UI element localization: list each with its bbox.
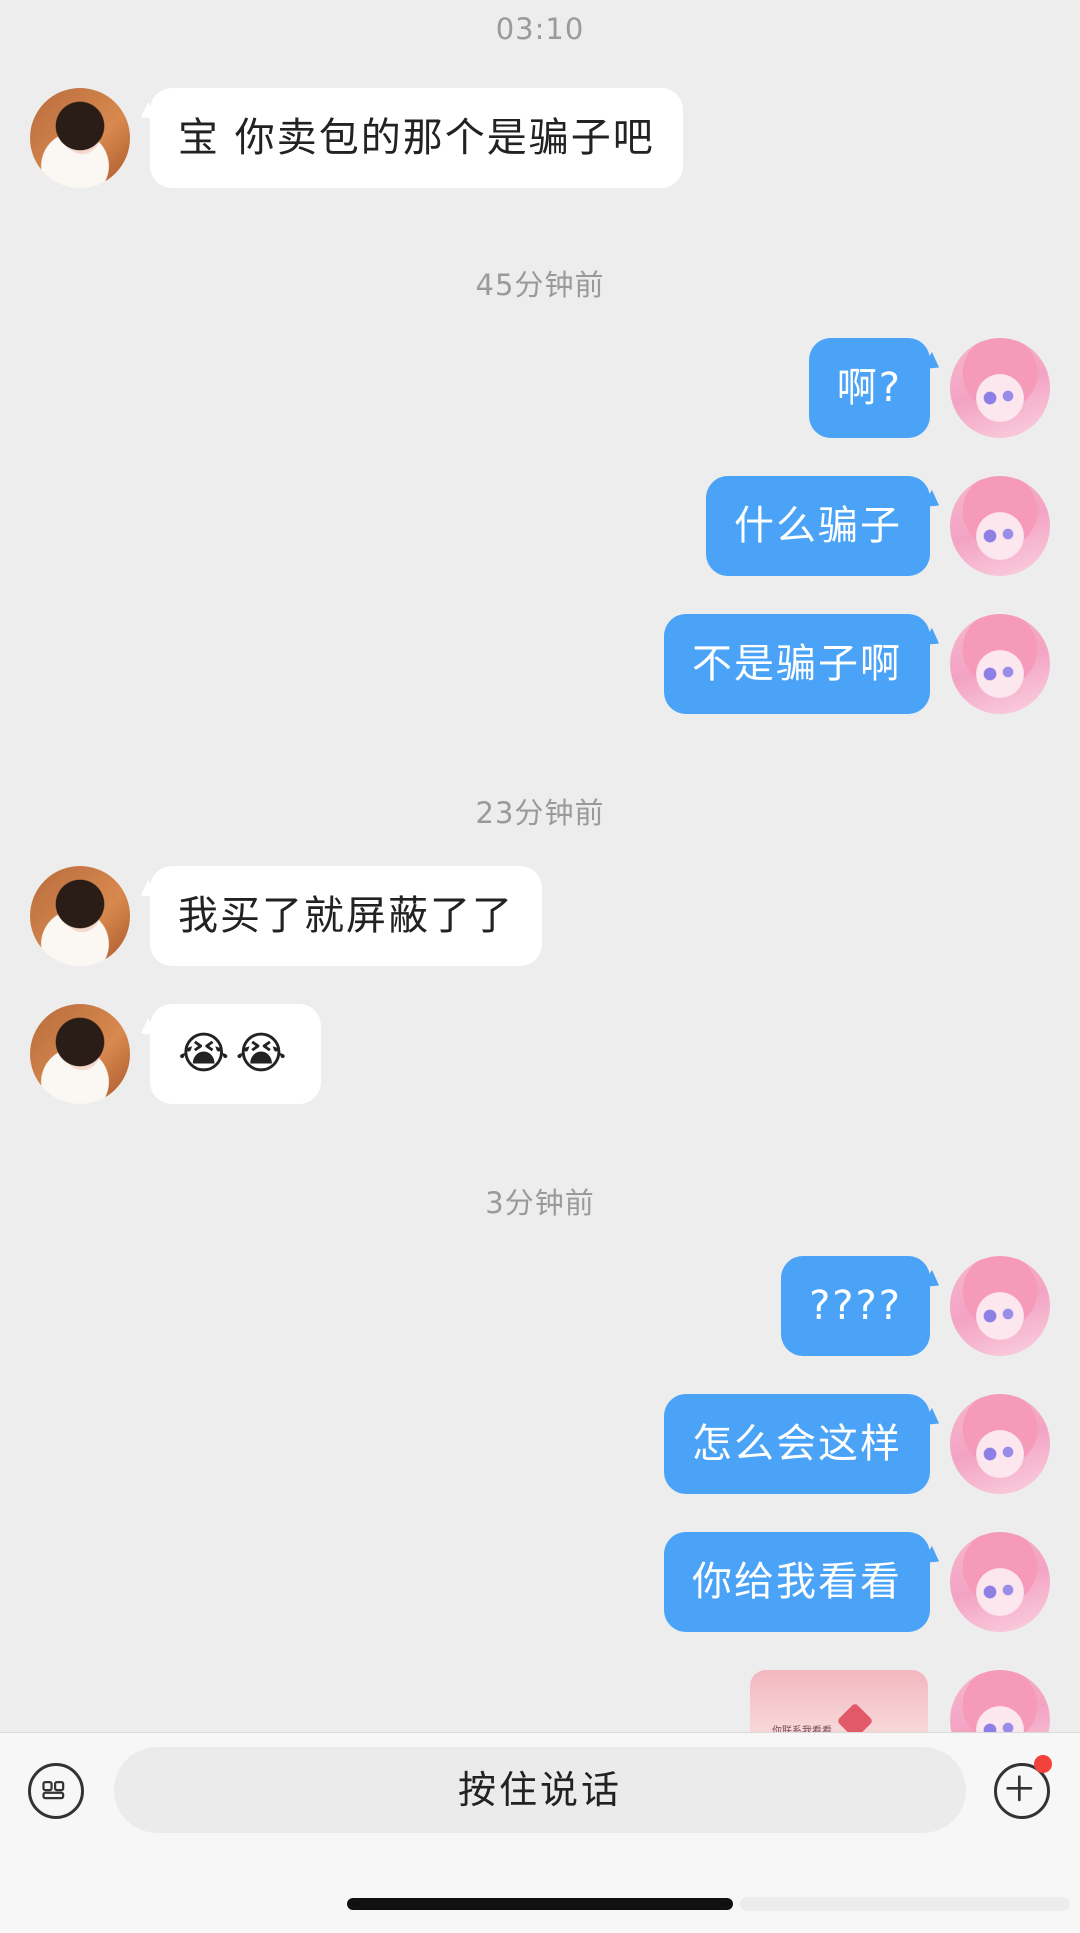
message-bubble-sent[interactable]: 不是骗子啊 [664,614,930,714]
image-message[interactable]: 你联系我看看 [750,1670,928,1732]
self-avatar[interactable] [950,1394,1050,1494]
timestamp: 23分钟前 [475,796,605,830]
message-bubble-sent[interactable]: 啊? [808,338,930,438]
message-bubble-received-emoji[interactable]: 😭😭 [150,1004,321,1104]
message-bubble-received[interactable]: 我买了就屏蔽了了 [150,866,542,966]
chat-area[interactable]: 03:10 宝 你卖包的那个是骗子吧 45分钟前 啊? 什么骗子 不是骗子啊 2… [0,0,1080,1732]
self-avatar[interactable] [950,476,1050,576]
hold-to-talk-button[interactable]: 按住说话 [114,1747,966,1833]
contact-avatar[interactable] [30,1004,130,1104]
home-indicator[interactable] [347,1898,733,1910]
self-avatar[interactable] [950,1532,1050,1632]
image-caption: 你联系我看看 [772,1726,832,1732]
message-bubble-received[interactable]: 宝 你卖包的那个是骗子吧 [150,88,683,188]
heart-graphic [836,1702,874,1732]
timestamp: 03:10 [495,12,585,46]
home-indicator-shadow [740,1897,1070,1911]
keyboard-icon[interactable] [28,1763,84,1819]
self-avatar[interactable] [950,614,1050,714]
timestamp: 45分钟前 [475,268,605,302]
contact-avatar[interactable] [30,88,130,188]
message-bubble-sent[interactable]: ???? [781,1256,930,1356]
timestamp: 3分钟前 [485,1186,595,1220]
notification-dot [1034,1755,1052,1773]
message-bubble-sent[interactable]: 你给我看看 [664,1532,930,1632]
self-avatar[interactable] [950,1256,1050,1356]
self-avatar[interactable] [950,338,1050,438]
self-avatar[interactable] [950,1670,1050,1732]
message-bubble-sent[interactable]: 什么骗子 [706,476,930,576]
contact-avatar[interactable] [30,866,130,966]
message-bubble-sent[interactable]: 怎么会这样 [664,1394,930,1494]
